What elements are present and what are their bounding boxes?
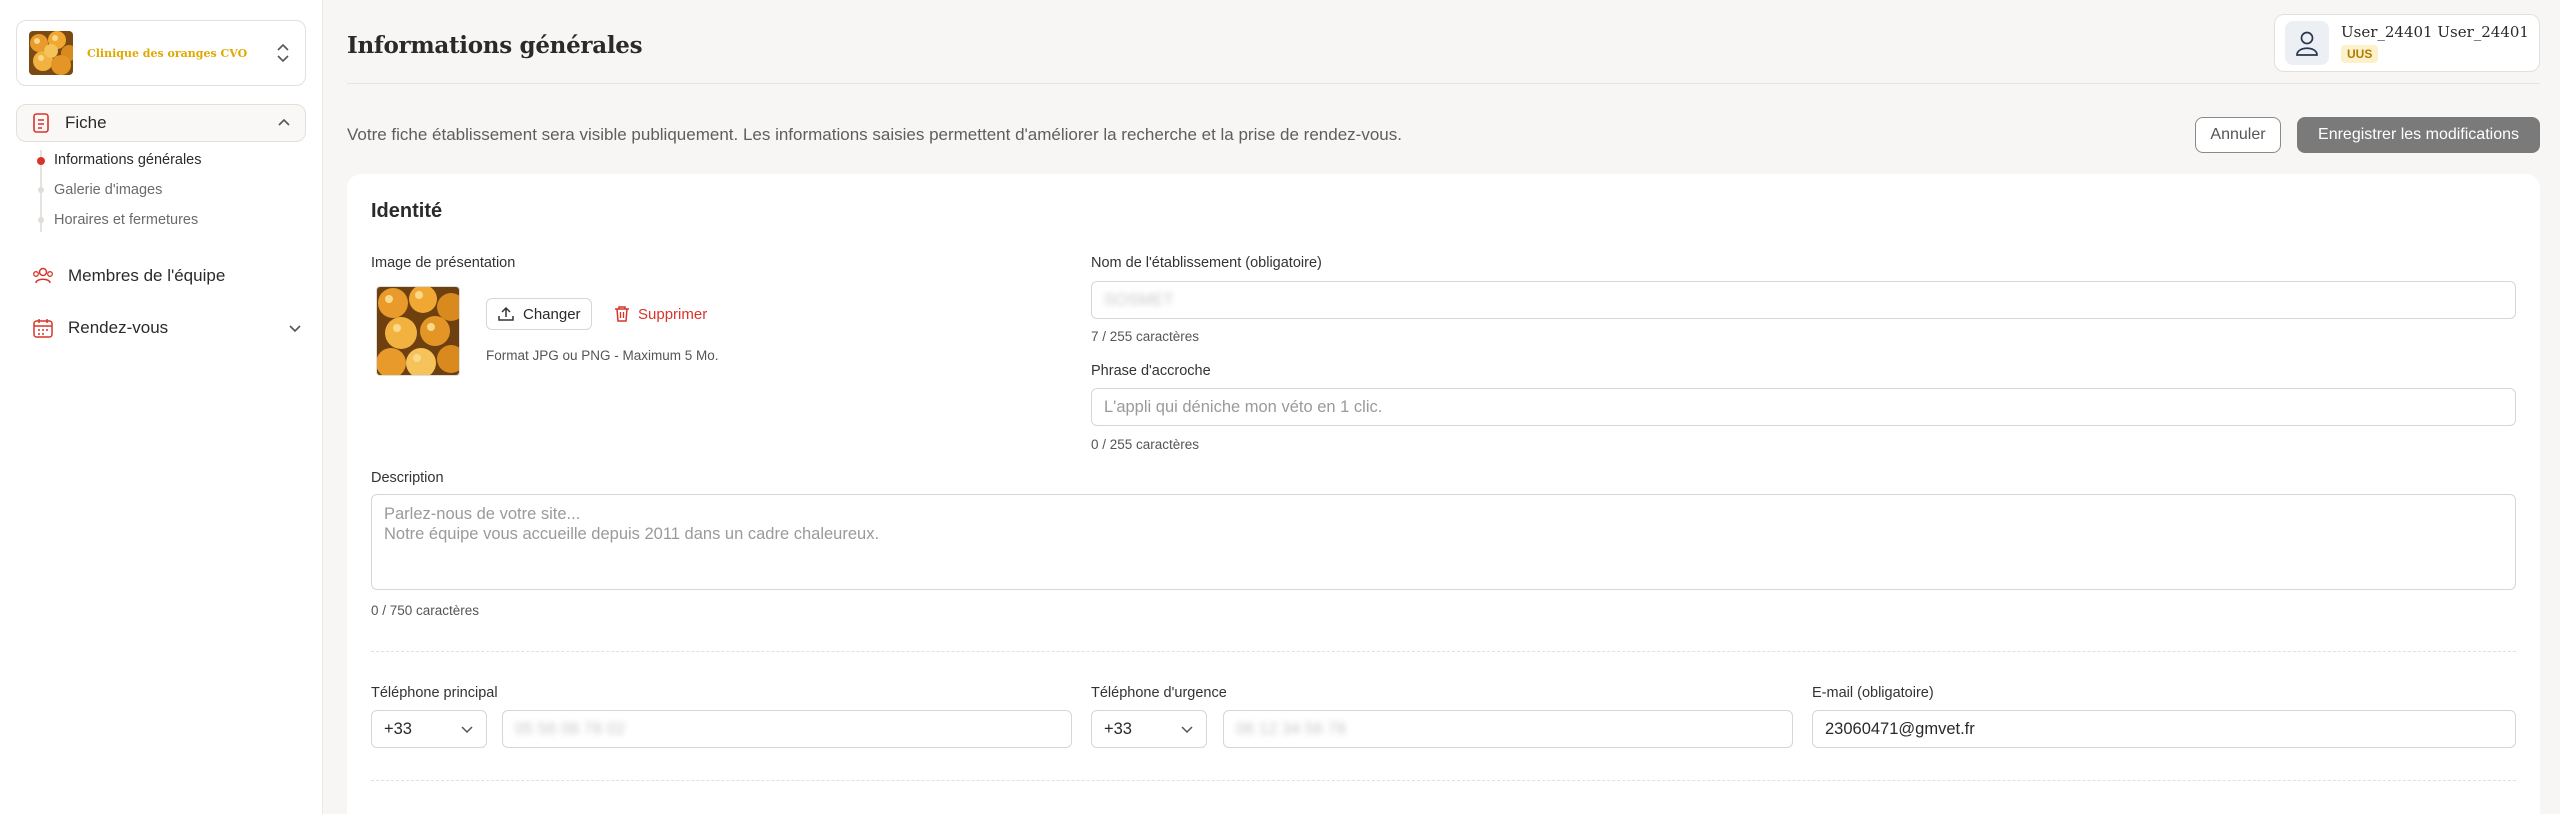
change-image-label: Changer <box>523 305 581 323</box>
image-label: Image de présentation <box>371 255 516 271</box>
clinic-switcher[interactable]: Clinique des oranges CVO <box>16 20 306 86</box>
phone-prefix-value: +33 <box>384 719 412 738</box>
intro-text: Votre fiche établissement sera visible p… <box>347 125 1402 144</box>
delete-image-label: Supprimer <box>638 305 708 323</box>
name-label: Nom de l'établissement (obligatoire) <box>1091 255 1322 271</box>
user-menu[interactable]: User_24401 User_24401 UUS <box>2274 14 2540 72</box>
team-icon <box>33 267 53 284</box>
name-count: 7 / 255 caractères <box>1091 329 1200 344</box>
description-count: 0 / 750 caractères <box>371 603 480 618</box>
section-divider <box>371 780 2516 781</box>
user-badge: UUS <box>2341 45 2379 63</box>
subnav-horaires-fermetures[interactable]: Horaires et fermetures <box>54 212 198 228</box>
chevron-updown-icon <box>277 43 289 63</box>
nav-appointments[interactable]: Rendez-vous <box>32 313 302 343</box>
tagline-count: 0 / 255 caractères <box>1091 437 1200 452</box>
section-title: Identité <box>371 200 443 222</box>
chevron-down-icon <box>1181 726 1193 734</box>
format-hint: Format JPG ou PNG - Maximum 5 Mo. <box>486 348 719 363</box>
sidebar: Clinique des oranges CVO Fiche Informati… <box>0 0 323 814</box>
tagline-placeholder: L'appli qui déniche mon véto en 1 clic. <box>1104 397 1383 416</box>
chevron-down-icon <box>461 726 473 734</box>
tagline-field[interactable]: L'appli qui déniche mon véto en 1 clic. <box>1091 388 2516 426</box>
urgent-phone-field[interactable]: 06 12 34 56 78 <box>1223 710 1793 748</box>
name-field[interactable]: SOSMET <box>1091 281 2516 319</box>
identity-card: Identité Image de présentation Changer S… <box>347 174 2540 814</box>
subnav-dot <box>38 217 44 223</box>
description-label: Description <box>371 470 444 486</box>
trash-icon <box>615 306 629 322</box>
subnav-dot <box>38 187 44 193</box>
description-field[interactable]: Parlez-nous de votre site... Notre équip… <box>371 494 2516 590</box>
urgent-prefix-select[interactable]: +33 <box>1091 710 1207 748</box>
cancel-button[interactable]: Annuler <box>2195 117 2281 153</box>
avatar <box>2285 21 2329 65</box>
name-value: SOSMET <box>1104 290 1174 309</box>
urgent-prefix-value: +33 <box>1104 719 1132 738</box>
email-field[interactable]: 23060471@gmvet.fr <box>1812 710 2516 748</box>
delete-image-button[interactable]: Supprimer <box>608 298 713 330</box>
subnav-galerie-images[interactable]: Galerie d'images <box>54 182 162 198</box>
nav-fiche-label: Fiche <box>65 113 107 132</box>
nav-team[interactable]: Membres de l'équipe <box>32 261 302 291</box>
tagline-label: Phrase d'accroche <box>1091 363 1211 379</box>
user-icon <box>2296 31 2318 56</box>
page-title: Informations générales <box>347 32 643 59</box>
save-button[interactable]: Enregistrer les modifications <box>2297 117 2540 153</box>
phone-prefix-select[interactable]: +33 <box>371 710 487 748</box>
urgent-phone-label: Téléphone d'urgence <box>1091 685 1227 701</box>
nav-appointments-label: Rendez-vous <box>68 318 169 337</box>
header-divider <box>347 83 2540 84</box>
chevron-up-icon <box>278 118 290 126</box>
phone-field[interactable]: 05 56 08 78 02 <box>502 710 1072 748</box>
document-icon <box>33 113 49 133</box>
nav-fiche[interactable]: Fiche <box>16 104 306 142</box>
subnav-informations-generales[interactable]: Informations générales <box>54 152 202 168</box>
change-image-button[interactable]: Changer <box>486 298 592 330</box>
user-name: User_24401 User_24401 <box>2341 23 2529 41</box>
chevron-down-icon <box>289 325 301 333</box>
upload-icon <box>498 306 514 321</box>
phone-label: Téléphone principal <box>371 685 498 701</box>
nav-team-label: Membres de l'équipe <box>68 266 226 285</box>
urgent-phone-value: 06 12 34 56 78 <box>1236 719 1347 738</box>
clinic-name: Clinique des oranges CVO <box>87 46 248 60</box>
email-value: 23060471@gmvet.fr <box>1825 719 1975 738</box>
section-divider <box>371 651 2516 652</box>
active-indicator <box>37 157 45 165</box>
calendar-icon <box>33 319 53 338</box>
phone-value: 05 56 08 78 02 <box>515 719 626 738</box>
presentation-image <box>376 286 460 376</box>
clinic-logo <box>29 31 73 75</box>
email-label: E-mail (obligatoire) <box>1812 685 1934 701</box>
